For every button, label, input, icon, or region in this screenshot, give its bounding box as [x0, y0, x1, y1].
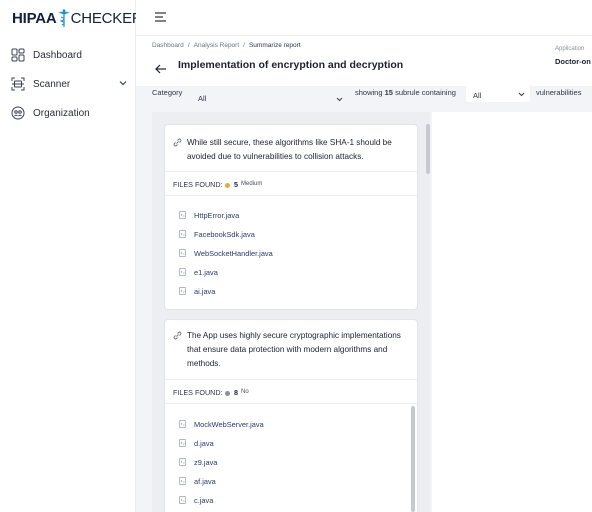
chevron-down-icon[interactable]	[117, 77, 129, 89]
file-icon	[179, 211, 186, 219]
link-icon	[173, 331, 182, 340]
file-link[interactable]: z9.java	[179, 456, 217, 468]
category-select[interactable]: All	[196, 91, 344, 107]
file-icon	[179, 439, 186, 447]
subrule-card[interactable]: While still secure, these algorithms lik…	[164, 124, 418, 310]
subrule-count: 15	[384, 88, 393, 97]
category-label: Category	[152, 88, 183, 97]
top-bar	[136, 0, 592, 36]
logo-text-hipaa: HIPAA	[12, 9, 57, 27]
caduceus-icon	[57, 8, 71, 28]
files-found-bar: FILES FOUND: 5 Medium	[165, 171, 417, 196]
list-scrollbar[interactable]	[426, 124, 430, 174]
file-name[interactable]: WebSocketHandler.java	[194, 249, 273, 258]
scanner-icon	[11, 77, 25, 91]
sidebar-item-organization[interactable]: Organization	[11, 103, 129, 123]
breadcrumb-analysis-report[interactable]: Analysis Report	[194, 42, 240, 49]
file-link[interactable]: af.java	[179, 475, 216, 487]
page-title: Implementation of encryption and decrypt…	[178, 59, 404, 71]
sidebar-item-dashboard[interactable]: Dashboard	[11, 45, 129, 65]
file-icon	[179, 420, 186, 428]
vulnerabilities-label: vulnerabilities	[536, 88, 582, 97]
sidebar-item-label: Scanner	[33, 78, 71, 90]
files-found-label: FILES FOUND:	[173, 388, 223, 397]
file-link[interactable]: WebSocketHandler.java	[179, 247, 273, 259]
file-name[interactable]: FacebookSdk.java	[194, 230, 255, 239]
application-label: Application	[555, 46, 585, 52]
file-icon	[179, 477, 186, 485]
page-header: Dashboard / Analysis Report / Summarize repo…	[136, 36, 592, 86]
severity-dot	[225, 391, 230, 396]
file-name[interactable]: HttpError.java	[194, 211, 239, 220]
severity-select[interactable]: All	[466, 86, 530, 102]
file-link[interactable]: e1.java	[179, 266, 218, 278]
sidebar-item-label: Dashboard	[33, 49, 82, 61]
file-icon	[179, 230, 186, 238]
file-name[interactable]: ai.java	[194, 287, 215, 296]
file-icon	[179, 268, 186, 276]
files-count: 5	[234, 180, 238, 189]
sidebar: HIPAA CHECKER Dashboard Scanner Organiza…	[0, 0, 143, 512]
application-value: Doctor-on	[555, 57, 591, 66]
detail-panel	[432, 112, 592, 512]
link-icon	[173, 138, 182, 147]
file-icon	[179, 458, 186, 466]
logo-text-checker: CHECKER	[70, 9, 143, 27]
file-link[interactable]: d.java	[179, 437, 214, 449]
filter-bar: Category All showing 15 subrule containi…	[136, 86, 592, 110]
file-list-scrollbar[interactable]	[411, 406, 415, 512]
organization-icon	[11, 106, 25, 120]
file-name[interactable]: MockWebServer.java	[194, 420, 264, 429]
severity-select-value: All	[473, 91, 482, 100]
file-name[interactable]: af.java	[194, 477, 216, 486]
breadcrumb: Dashboard / Analysis Report / Summarize repo…	[152, 42, 301, 49]
severity-label: No	[241, 389, 249, 395]
category-select-value: All	[198, 94, 207, 103]
chevron-down-icon	[335, 95, 344, 104]
showing-count-text: showing 15 subrule containing	[355, 88, 456, 97]
sidebar-item-scanner[interactable]: Scanner	[11, 74, 129, 94]
file-icon	[179, 287, 186, 295]
menu-icon[interactable]	[154, 10, 168, 24]
file-name[interactable]: e1.java	[194, 268, 218, 277]
file-link[interactable]: c.java	[179, 494, 213, 506]
file-name[interactable]: z9.java	[194, 458, 217, 467]
breadcrumb-dashboard[interactable]: Dashboard	[152, 42, 184, 49]
file-link[interactable]: MockWebServer.java	[179, 418, 264, 430]
breadcrumb-current: Summarize report	[248, 42, 301, 49]
files-found-bar: FILES FOUND: 8 No	[165, 379, 417, 404]
subrule-card[interactable]: The App uses highly secure cryptographic…	[164, 319, 418, 512]
file-name[interactable]: c.java	[194, 496, 213, 505]
severity-dot	[225, 183, 230, 188]
files-count: 8	[234, 388, 238, 397]
severity-label: Medium	[241, 181, 263, 187]
subrule-description: While still secure, these algorithms lik…	[165, 125, 417, 164]
back-arrow-icon[interactable]	[155, 61, 167, 74]
file-link[interactable]: FacebookSdk.java	[179, 228, 255, 240]
showing-suffix: subrule containing	[395, 88, 456, 97]
hipaa-checker-logo[interactable]: HIPAA CHECKER	[12, 8, 143, 28]
file-link[interactable]: HttpError.java	[179, 209, 239, 221]
showing-prefix: showing	[355, 88, 383, 97]
file-name[interactable]: d.java	[194, 439, 214, 448]
file-link[interactable]: ai.java	[179, 285, 215, 297]
dashboard-icon	[11, 48, 25, 62]
subrule-description-text: The App uses highly secure cryptographic…	[187, 331, 401, 368]
subrule-description-text: While still secure, these algorithms lik…	[187, 138, 392, 161]
files-found-label: FILES FOUND:	[173, 180, 223, 189]
file-icon	[179, 249, 186, 257]
chevron-down-icon	[517, 90, 526, 99]
subrule-description: The App uses highly secure cryptographic…	[165, 320, 417, 371]
sidebar-item-label: Organization	[33, 107, 90, 119]
file-icon	[179, 496, 186, 504]
